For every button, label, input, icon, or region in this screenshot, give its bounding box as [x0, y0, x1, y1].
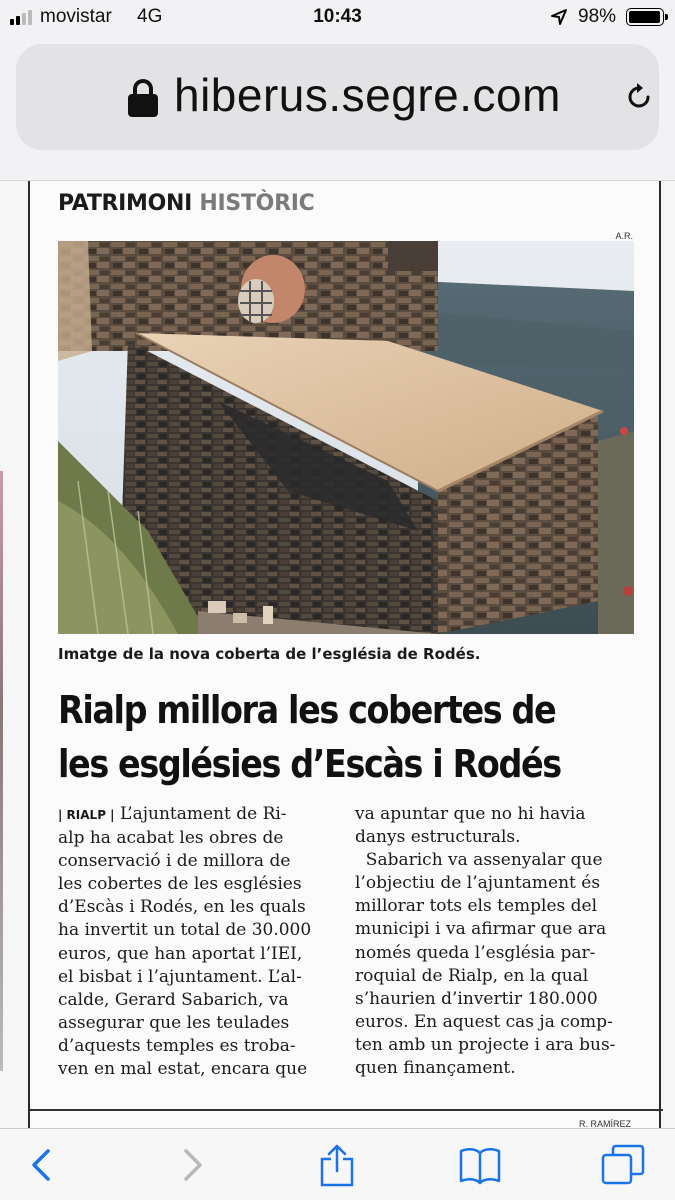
article-headline: Rialp millora les cobertes de les esglés…	[58, 683, 639, 791]
share-icon[interactable]	[314, 1143, 360, 1187]
reload-icon[interactable]	[624, 82, 654, 112]
status-bar: movistar 4G 10:43 98%	[0, 0, 675, 34]
address-bar[interactable]: hiberus.segre.com	[16, 44, 659, 150]
location-arrow-icon	[551, 9, 567, 25]
book-icon[interactable]	[457, 1143, 503, 1187]
location-tag: | RIALP |	[58, 808, 115, 822]
chevron-left-icon[interactable]	[20, 1143, 66, 1187]
headline-line-1: Rialp millora les cobertes de	[58, 688, 557, 732]
section-header: PATRIMONI HISTÒRIC	[58, 191, 315, 216]
section-prefix: PATRIMONI	[58, 191, 193, 216]
newspaper-clipping: PATRIMONI HISTÒRIC A.R. Imatge de la nov…	[28, 181, 663, 1128]
body-line: L’ajuntament de Ri-	[119, 804, 287, 824]
headline-line-2: les esglésies d’Escàs i Rodés	[58, 742, 562, 786]
url-text[interactable]: hiberus.segre.com	[174, 68, 561, 122]
section-suffix: HISTÒRIC	[199, 191, 315, 216]
photo-caption: Imatge de la nova coberta de l’església …	[58, 645, 481, 663]
body-lines-col1: alp ha acabat les obres de conservació i…	[58, 828, 312, 1080]
chevron-right-icon[interactable]	[168, 1143, 214, 1187]
article-column-2: va apuntar que no hi havia danys estruct…	[355, 803, 615, 1080]
photo-credit: A.R.	[615, 231, 633, 241]
divider	[30, 1109, 663, 1111]
lock-icon	[128, 79, 158, 117]
article-column-1: | RIALP | L’ajuntament de Ri- alp ha aca…	[58, 803, 311, 1081]
adjacent-page-edge	[0, 471, 3, 1071]
browser-toolbar	[0, 1128, 675, 1200]
photo-credit-2: R. RAMÍREZ	[578, 1119, 631, 1128]
body-lines-col2: va apuntar que no hi havia danys estruct…	[355, 804, 616, 1079]
web-content[interactable]: PATRIMONI HISTÒRIC A.R. Imatge de la nov…	[0, 180, 675, 1128]
battery-icon	[626, 8, 668, 26]
clock: 10:43	[313, 6, 362, 27]
battery-percent: 98%	[578, 6, 617, 27]
tabs-icon[interactable]	[600, 1143, 646, 1187]
church-roof-photo	[58, 241, 634, 634]
